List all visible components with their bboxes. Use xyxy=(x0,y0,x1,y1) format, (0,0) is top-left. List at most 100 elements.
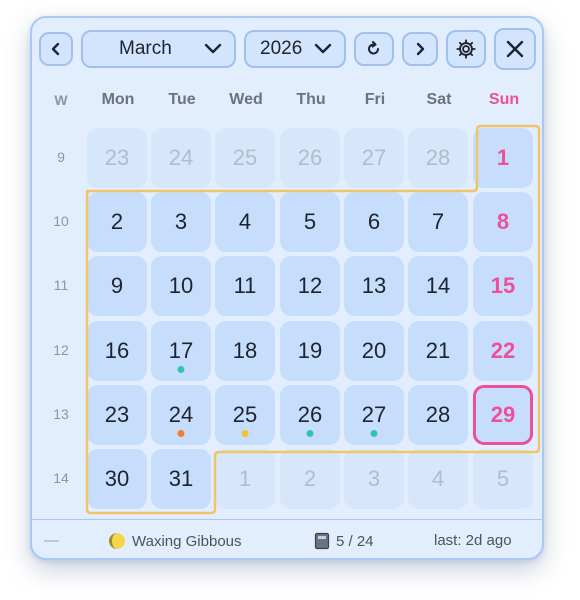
week-number: 10 xyxy=(53,213,69,229)
day-number: 27 xyxy=(361,145,387,170)
day-number: 14 xyxy=(425,273,451,298)
day-number: 13 xyxy=(361,273,387,298)
day-cell-other-month[interactable]: 2 xyxy=(280,449,340,509)
settings-button[interactable] xyxy=(446,30,486,68)
day-cell[interactable]: 7 xyxy=(408,192,468,252)
day-number: 2 xyxy=(303,466,317,491)
day-cell[interactable]: 5 xyxy=(280,192,340,252)
reading-progress-label: 5 / 24 xyxy=(336,532,374,550)
day-cell-today[interactable]: 29 xyxy=(473,385,533,445)
day-cell[interactable]: 12 xyxy=(280,256,340,316)
day-cell[interactable]: 3 xyxy=(151,192,211,252)
day-number: 21 xyxy=(425,338,451,363)
event-dot xyxy=(306,430,314,437)
week-number: 12 xyxy=(53,342,69,358)
year-select[interactable]: 2026 xyxy=(244,30,346,68)
day-cell[interactable]: 16 xyxy=(87,321,147,381)
day-number: 1 xyxy=(496,145,510,170)
day-cell[interactable]: 24 xyxy=(151,385,211,445)
day-number: 23 xyxy=(104,145,130,170)
day-number: 24 xyxy=(168,402,194,427)
day-cell-other-month[interactable]: 28 xyxy=(408,128,468,188)
event-dot xyxy=(241,430,249,437)
day-cell[interactable]: 30 xyxy=(87,449,147,509)
day-cell[interactable]: 21 xyxy=(408,321,468,381)
day-cell[interactable]: 1 xyxy=(473,128,533,188)
week-number: 13 xyxy=(53,406,69,422)
today-button[interactable] xyxy=(354,32,394,66)
day-number: 1 xyxy=(238,466,252,491)
day-cell[interactable]: 27 xyxy=(344,385,404,445)
weekday-wed: Wed xyxy=(229,91,263,108)
day-number: 22 xyxy=(490,338,516,363)
day-cell[interactable]: 22 xyxy=(473,321,533,381)
day-number: 23 xyxy=(104,402,130,427)
day-cell[interactable]: 31 xyxy=(151,449,211,509)
close-button[interactable] xyxy=(494,28,536,70)
day-number: 30 xyxy=(104,466,130,491)
day-cell[interactable]: 23 xyxy=(87,385,147,445)
reading-progress: 5 / 24 xyxy=(314,532,374,550)
month-select[interactable]: March xyxy=(81,30,236,68)
day-cell[interactable]: 6 xyxy=(344,192,404,252)
status-dash: — xyxy=(44,532,59,549)
day-cell-other-month[interactable]: 25 xyxy=(215,128,275,188)
close-icon xyxy=(506,40,524,58)
day-cell[interactable]: 2 xyxy=(87,192,147,252)
status-bar: — Waxing Gibbous 5 / 24 last: 2d ago xyxy=(32,519,542,558)
day-cell-other-month[interactable]: 24 xyxy=(151,128,211,188)
day-number: 28 xyxy=(425,145,451,170)
day-cell[interactable]: 25 xyxy=(215,385,275,445)
day-cell[interactable]: 17 xyxy=(151,321,211,381)
day-cell[interactable]: 26 xyxy=(280,385,340,445)
day-number: 25 xyxy=(232,402,258,427)
day-number: 19 xyxy=(297,338,323,363)
day-number: 3 xyxy=(367,466,381,491)
calendar-window: March 2026 W Mon Tue Wed Thu Fri Sat Sun… xyxy=(30,16,544,560)
chevron-left-icon xyxy=(51,42,60,56)
day-number: 17 xyxy=(168,338,194,363)
day-cell-other-month[interactable]: 1 xyxy=(215,449,275,509)
day-cell[interactable]: 9 xyxy=(87,256,147,316)
chevron-right-icon xyxy=(416,42,425,56)
day-cell[interactable]: 11 xyxy=(215,256,275,316)
day-number: 18 xyxy=(232,338,258,363)
day-cell[interactable]: 8 xyxy=(473,192,533,252)
day-number: 4 xyxy=(431,466,445,491)
day-number: 11 xyxy=(233,273,257,298)
event-dot xyxy=(370,430,378,437)
day-cell[interactable]: 13 xyxy=(344,256,404,316)
day-number: 7 xyxy=(431,209,445,234)
chevron-down-icon xyxy=(314,43,332,55)
day-number: 6 xyxy=(367,209,381,234)
weekday-fri: Fri xyxy=(364,91,386,108)
prev-month-button[interactable] xyxy=(39,32,73,66)
day-cell[interactable]: 20 xyxy=(344,321,404,381)
day-number: 29 xyxy=(490,402,516,427)
weekday-sun: Sun xyxy=(488,91,520,108)
gear-icon xyxy=(456,39,476,59)
day-number: 24 xyxy=(168,145,194,170)
day-cell-other-month[interactable]: 23 xyxy=(87,128,147,188)
day-cell[interactable]: 10 xyxy=(151,256,211,316)
day-cell[interactable]: 15 xyxy=(473,256,533,316)
day-cell-other-month[interactable]: 4 xyxy=(408,449,468,509)
day-cell-other-month[interactable]: 27 xyxy=(344,128,404,188)
day-number: 12 xyxy=(297,273,323,298)
next-month-button[interactable] xyxy=(402,32,438,66)
day-cell-other-month[interactable]: 3 xyxy=(344,449,404,509)
week-number: 14 xyxy=(53,470,69,486)
day-cell-other-month[interactable]: 26 xyxy=(280,128,340,188)
day-cell[interactable]: 4 xyxy=(215,192,275,252)
day-cell[interactable]: 14 xyxy=(408,256,468,316)
month-select-value: March xyxy=(119,38,172,59)
day-cell[interactable]: 18 xyxy=(215,321,275,381)
day-cell-other-month[interactable]: 5 xyxy=(473,449,533,509)
week-number: 11 xyxy=(53,277,69,293)
day-number: 16 xyxy=(104,338,130,363)
day-cell[interactable]: 19 xyxy=(280,321,340,381)
last-activity: last: 2d ago xyxy=(434,532,512,549)
week-number-header: W xyxy=(54,92,68,108)
day-cell[interactable]: 28 xyxy=(408,385,468,445)
day-number: 15 xyxy=(490,273,516,298)
